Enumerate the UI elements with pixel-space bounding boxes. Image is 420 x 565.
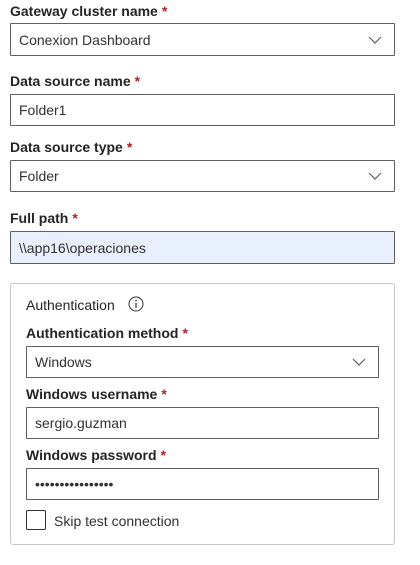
- info-icon[interactable]: [128, 296, 144, 312]
- full-path-value: \\app16\operaciones: [19, 239, 146, 256]
- required-asterisk: *: [72, 210, 78, 226]
- windows-password-input[interactable]: ••••••••••••••••: [26, 468, 379, 500]
- windows-username-label-text: Windows username: [26, 386, 158, 402]
- skip-test-connection-checkbox[interactable]: [26, 510, 46, 530]
- required-asterisk: *: [126, 139, 133, 155]
- gateway-cluster-label-text: Gateway cluster name: [10, 3, 158, 19]
- required-asterisk: *: [161, 3, 168, 19]
- chevron-down-icon: [368, 172, 382, 180]
- required-asterisk: *: [182, 325, 188, 341]
- required-asterisk: *: [134, 73, 141, 89]
- data-source-type-dropdown[interactable]: Folder: [10, 160, 395, 192]
- windows-password-value: ••••••••••••••••: [35, 476, 114, 492]
- full-path-label-text: Full path: [10, 210, 69, 226]
- required-asterisk: *: [160, 447, 167, 463]
- gateway-cluster-dropdown[interactable]: Conexion Dashboard: [10, 23, 395, 56]
- required-asterisk: *: [161, 386, 167, 402]
- windows-password-label-text: Windows password: [26, 447, 157, 463]
- windows-username-input[interactable]: sergio.guzman: [26, 407, 379, 439]
- windows-username-value: sergio.guzman: [35, 415, 127, 431]
- data-source-name-label-text: Data source name: [10, 73, 131, 89]
- data-source-name-label: Data source name *: [10, 72, 140, 90]
- windows-password-label: Windows password *: [26, 446, 166, 464]
- auth-method-label: Authentication method *: [26, 324, 188, 342]
- windows-username-label: Windows username *: [26, 385, 167, 403]
- auth-method-value: Windows: [35, 354, 92, 370]
- data-source-type-label: Data source type *: [10, 138, 132, 156]
- data-source-type-value: Folder: [19, 168, 59, 184]
- data-source-name-input[interactable]: Folder1: [10, 94, 395, 126]
- chevron-down-icon: [352, 358, 366, 366]
- chevron-down-icon: [368, 36, 382, 44]
- skip-test-connection-label[interactable]: Skip test connection: [54, 512, 179, 530]
- full-path-input[interactable]: \\app16\operaciones: [10, 231, 395, 264]
- full-path-label: Full path *: [10, 209, 78, 227]
- auth-method-dropdown[interactable]: Windows: [26, 346, 379, 378]
- auth-method-label-text: Authentication method: [26, 325, 179, 341]
- authentication-title: Authentication: [26, 297, 115, 313]
- gateway-cluster-label: Gateway cluster name *: [10, 2, 167, 20]
- gateway-cluster-value: Conexion Dashboard: [19, 31, 151, 48]
- data-source-name-value: Folder1: [19, 102, 67, 118]
- data-source-type-label-text: Data source type: [10, 139, 123, 155]
